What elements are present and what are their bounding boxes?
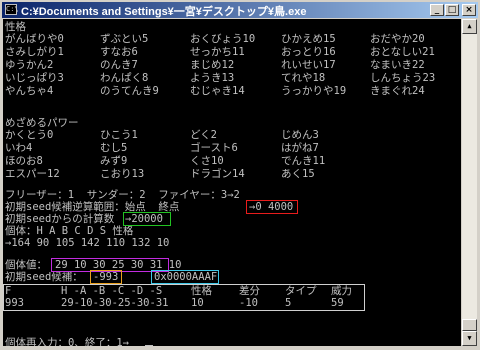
result-table-box	[3, 284, 365, 311]
nature-entry: ようき13	[190, 72, 235, 84]
nature-entry: せっかち11	[190, 46, 245, 58]
nature-entry: わんぱく8	[100, 72, 149, 84]
seed-hex-highlight-box	[151, 270, 219, 284]
nature-entry: がんばりや0	[5, 33, 64, 45]
hidden-power-entry: ドラゴン14	[190, 168, 245, 180]
nature-entry: むじゃき14	[190, 85, 245, 97]
iv-input-line: →164 90 105 142 110 132 10	[5, 237, 170, 249]
nature-entry: やんちゃ4	[5, 85, 54, 97]
hidden-power-entry: どく2	[190, 129, 218, 141]
calc-count-label: 初期seedからの計算数	[5, 213, 115, 225]
console-app-icon[interactable]: C:\	[5, 4, 19, 15]
nature-entry: なまいき22	[370, 59, 425, 71]
bird-select-line: フリーザー：1 サンダー：2 ファイヤー：3→2	[5, 189, 240, 201]
nature-entry: しんちょう23	[370, 72, 436, 84]
close-button[interactable]: ×	[462, 4, 476, 16]
text-cursor	[145, 345, 153, 346]
hidden-power-entry: はがね7	[281, 142, 319, 154]
title-bar[interactable]: C:\ C:¥Documents and Settings¥一宮¥デスクトップ¥…	[2, 2, 478, 18]
nature-entry: おくびょう10	[190, 33, 256, 45]
nature-entry: うっかりや19	[281, 85, 347, 97]
hidden-power-entry: じめん3	[281, 129, 319, 141]
nature-entry: ひかえめ15	[281, 33, 336, 45]
seed-range-highlight-box	[246, 200, 298, 214]
nature-entry: きまぐれ24	[370, 85, 425, 97]
iv-prompt-line: 個体：H A B C D S 性格	[5, 225, 134, 237]
hidden-power-entry: あく15	[281, 168, 315, 180]
nature-entry: ゆうかん2	[5, 59, 54, 71]
seed-candidate-highlight-box	[90, 270, 122, 284]
hidden-power-entry: いわ4	[5, 142, 33, 154]
nature-entry: いじっぱり3	[5, 72, 64, 84]
hidden-power-entry: ゴースト6	[190, 142, 238, 154]
scroll-thumb[interactable]	[462, 319, 477, 331]
nature-entry: おっとり16	[281, 46, 336, 58]
minimize-button[interactable]: _	[430, 4, 444, 16]
hidden-power-entry: ほのお8	[5, 155, 43, 167]
hidden-power-entry: エスパー12	[5, 168, 60, 180]
hidden-power-entry: かくとう0	[5, 129, 54, 141]
vertical-scrollbar[interactable]: ▲ ▼	[462, 19, 477, 346]
nature-entry: てれや18	[281, 72, 326, 84]
iv-label: 個体値：	[5, 259, 47, 271]
nature-entry: すなお6	[100, 46, 138, 58]
hidden-power-header: めざめるパワー	[5, 117, 79, 129]
console-window: C:\ C:¥Documents and Settings¥一宮¥デスクトップ¥…	[0, 0, 480, 350]
hidden-power-entry: みず9	[100, 155, 128, 167]
restart-prompt: 個体再入力：0、終了：1→	[5, 337, 129, 346]
nature-entry: れいせい17	[281, 59, 336, 71]
nature-entry: のうてんき9	[100, 85, 159, 97]
window-title: C:¥Documents and Settings¥一宮¥デスクトップ¥鳥.ex…	[21, 6, 307, 18]
nature-entry: のんき7	[100, 59, 138, 71]
seed-candidate-label: 初期seed候補：	[5, 271, 83, 283]
maximize-button[interactable]: □	[445, 4, 459, 16]
hidden-power-entry: こおり13	[100, 168, 145, 180]
console-output[interactable]: 性格 がんばりや0 ずぶとい5 おくびょう10 ひかえめ15 おだやか20 さみしがり1 す…	[3, 19, 461, 346]
nature-entry: ずぶとい5	[100, 33, 149, 45]
nature-entry: おとなしい21	[370, 46, 435, 58]
hidden-power-entry: くさ10	[190, 155, 224, 167]
hidden-power-entry: むし5	[100, 142, 128, 154]
hidden-power-entry: ひこう1	[100, 129, 138, 141]
hidden-power-entry: でんき11	[281, 155, 326, 167]
nature-header: 性格	[5, 21, 26, 33]
nature-entry: まじめ12	[190, 59, 235, 71]
scroll-down-button[interactable]: ▼	[462, 331, 477, 346]
calc-count-highlight-box	[123, 212, 171, 226]
scroll-up-button[interactable]: ▲	[462, 19, 477, 34]
nature-entry: おだやか20	[370, 33, 425, 45]
nature-entry: さみしがり1	[5, 46, 64, 58]
